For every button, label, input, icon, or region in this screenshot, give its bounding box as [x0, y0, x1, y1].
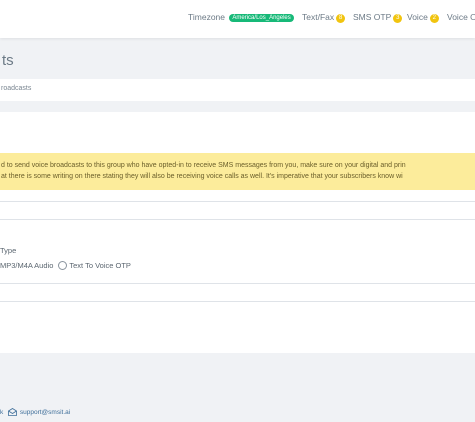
voice-otp-label: Voice O: [447, 12, 475, 22]
option-tts-label[interactable]: Text To Voice OTP: [69, 261, 131, 270]
voice-label: Voice: [407, 12, 428, 22]
page-title: ts: [2, 52, 14, 69]
sms-otp-count-badge: 3: [393, 14, 403, 23]
timezone-indicator[interactable]: Timezone America/Los_Angeles: [188, 12, 294, 22]
nav-sms-otp[interactable]: SMS OTP 3: [353, 12, 403, 23]
form-input-2[interactable]: [0, 283, 475, 302]
breadcrumb-bar: roadcasts: [0, 79, 475, 101]
top-navbar: Timezone America/Los_Angeles Text/Fax 8 S…: [0, 0, 475, 38]
type-radio-group: MP3/M4A Audio Text To Voice OTP: [0, 261, 131, 270]
voice-count-badge: 2: [429, 14, 439, 23]
form-input-1[interactable]: [0, 201, 475, 220]
footer-prefix: k: [0, 409, 4, 416]
broadcast-form-card: d to send voice broadcasts to this group…: [0, 112, 475, 353]
footer: k support@smsit.ai: [0, 408, 70, 416]
nav-voice-otp[interactable]: Voice O: [447, 12, 475, 22]
text-fax-count-badge: 8: [336, 14, 346, 23]
nav-voice[interactable]: Voice 2: [407, 12, 439, 23]
option-mp3-label[interactable]: MP3/M4A Audio: [0, 261, 53, 270]
mail-icon: [5, 408, 20, 416]
timezone-badge: America/Los_Angeles: [229, 14, 294, 22]
text-fax-label: Text/Fax: [302, 12, 335, 22]
breadcrumb[interactable]: roadcasts: [1, 85, 31, 92]
radio-text-to-voice[interactable]: [58, 261, 68, 270]
nav-text-fax[interactable]: Text/Fax 8: [302, 12, 346, 23]
timezone-label: Timezone: [188, 12, 226, 22]
alert-line-2: at there is some writing on there statin…: [1, 173, 403, 180]
type-label: Type: [0, 246, 17, 255]
support-email-link[interactable]: support@smsit.ai: [20, 409, 70, 416]
sms-otp-label: SMS OTP: [353, 12, 392, 22]
warning-alert: d to send voice broadcasts to this group…: [0, 153, 475, 190]
alert-line-1: d to send voice broadcasts to this group…: [1, 162, 406, 169]
